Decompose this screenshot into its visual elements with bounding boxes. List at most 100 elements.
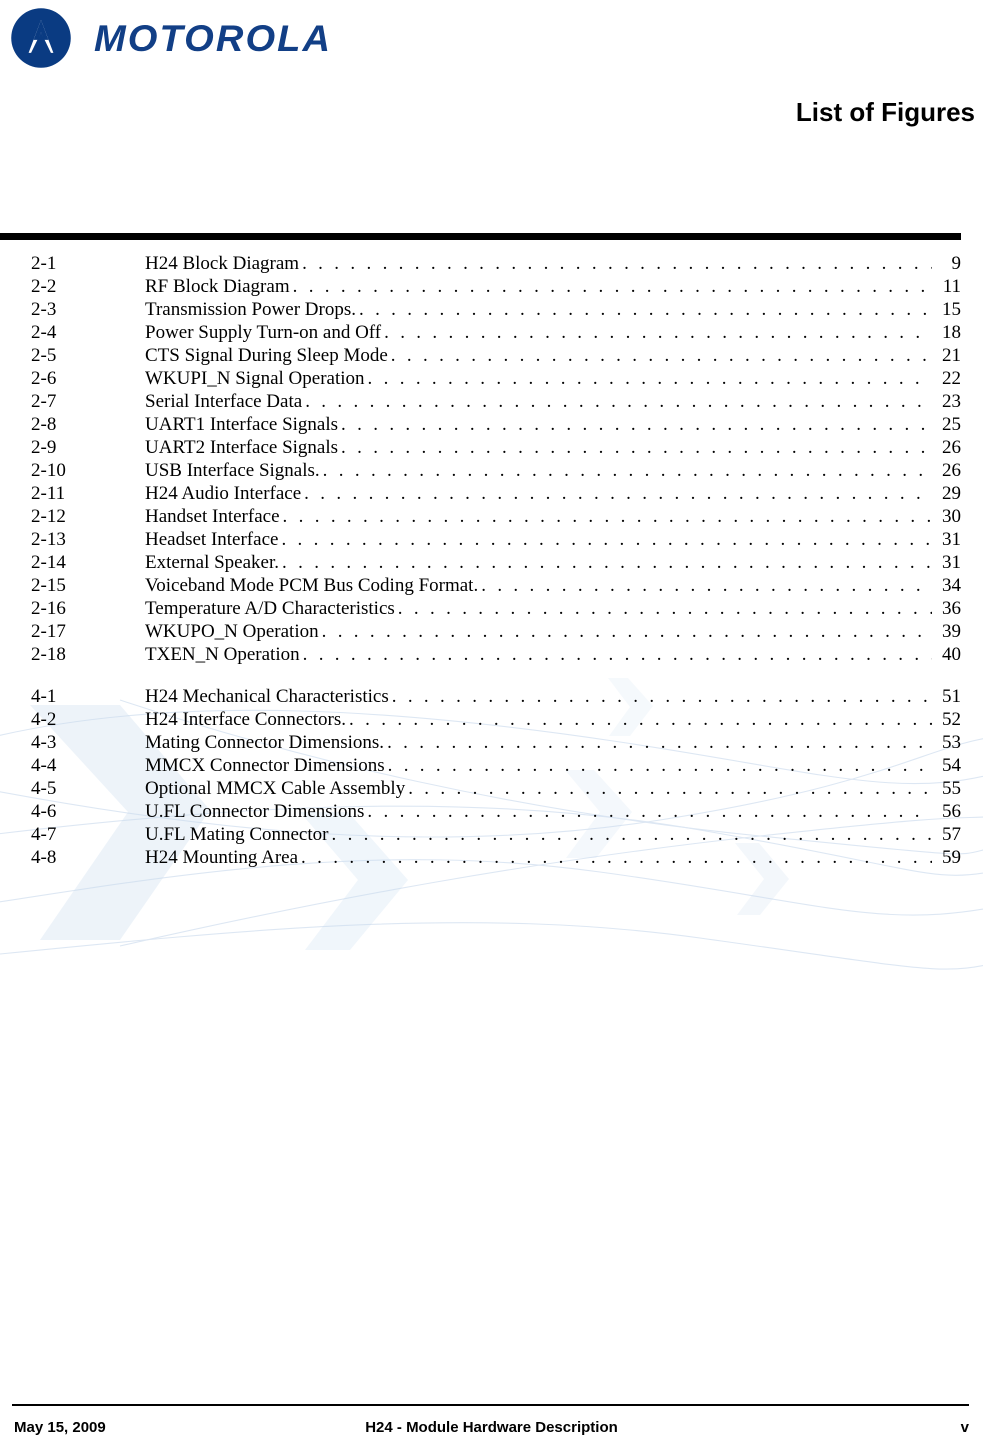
figure-page-number: 26 [942, 460, 961, 481]
leader-dots: . . . . . . . . . . . . . . . . . . . . … [358, 299, 932, 320]
figure-entry: Mating Connector Dimensions.. . . . . . … [145, 731, 961, 754]
list-of-figures: 2-1 H24 Block Diagram. . . . . . . . . . … [0, 252, 983, 869]
figure-title: WKUPI_N Signal Operation [145, 368, 365, 389]
figure-title: Temperature A/D Characteristics [145, 598, 395, 619]
figure-entry: H24 Mounting Area. . . . . . . . . . . .… [145, 846, 961, 869]
section-divider-rule [0, 233, 961, 240]
figure-title: U.FL Mating Connector [145, 824, 329, 845]
figure-list-row[interactable]: 2-3 Transmission Power Drops.. . . . . . … [0, 298, 983, 321]
figure-group-chapter-2: 2-1 H24 Block Diagram. . . . . . . . . . … [0, 252, 983, 666]
figure-title: WKUPO_N Operation [145, 621, 319, 642]
figure-number: 2-15 [31, 575, 66, 596]
figure-list-row[interactable]: 2-18 TXEN_N Operation. . . . . . . . . . … [0, 643, 983, 666]
leader-dots: . . . . . . . . . . . . . . . . . . . . … [391, 686, 932, 707]
figure-list-row[interactable]: 2-7 Serial Interface Data. . . . . . . . … [0, 390, 983, 413]
figure-number: 2-12 [31, 506, 66, 527]
figure-page-number: 55 [942, 778, 961, 799]
figure-page-number: 11 [942, 276, 961, 297]
figure-list-row[interactable]: 2-16 Temperature A/D Characteristics. . .… [0, 597, 983, 620]
figure-page-number: 39 [942, 621, 961, 642]
figure-entry: UART1 Interface Signals. . . . . . . . .… [145, 413, 961, 436]
figure-list-row[interactable]: 2-9 UART2 Interface Signals. . . . . . . … [0, 436, 983, 459]
figure-entry: CTS Signal During Sleep Mode. . . . . . … [145, 344, 961, 367]
figure-title: Power Supply Turn-on and Off [145, 322, 382, 343]
figure-entry: UART2 Interface Signals. . . . . . . . .… [145, 436, 961, 459]
leader-dots: . . . . . . . . . . . . . . . . . . . . … [390, 345, 932, 366]
figure-page-number: 54 [942, 755, 961, 776]
figure-list-row[interactable]: 2-11 H24 Audio Interface. . . . . . . . .… [0, 482, 983, 505]
figure-list-row[interactable]: 2-13 Headset Interface. . . . . . . . . .… [0, 528, 983, 551]
figure-entry: H24 Mechanical Characteristics. . . . . … [145, 685, 961, 708]
figure-list-row[interactable]: 4-8 H24 Mounting Area. . . . . . . . . . … [0, 846, 983, 869]
figure-list-row[interactable]: 2-5 CTS Signal During Sleep Mode. . . . .… [0, 344, 983, 367]
figure-list-row[interactable]: 4-2 H24 Interface Connectors.. . . . . . … [0, 708, 983, 731]
figure-page-number: 25 [942, 414, 961, 435]
figure-list-row[interactable]: 2-14 External Speaker.. . . . . . . . . .… [0, 551, 983, 574]
figure-list-row[interactable]: 2-2 RF Block Diagram. . . . . . . . . . .… [0, 275, 983, 298]
figure-number: 2-11 [31, 483, 66, 504]
leader-dots: . . . . . . . . . . . . . . . . . . . . … [408, 778, 932, 799]
figure-page-number: 26 [942, 437, 961, 458]
figure-entry: Power Supply Turn-on and Off. . . . . . … [145, 321, 961, 344]
figure-number: 4-5 [31, 778, 57, 799]
figure-number: 4-8 [31, 847, 57, 868]
figure-title: CTS Signal During Sleep Mode [145, 345, 388, 366]
figure-number: 2-14 [31, 552, 66, 573]
figure-number: 2-3 [31, 299, 57, 320]
figure-number: 2-1 [31, 253, 57, 274]
figure-number: 4-2 [31, 709, 57, 730]
page-footer: May 15, 2009 H24 - Module Hardware Descr… [0, 1419, 983, 1443]
figure-list-row[interactable]: 4-1 H24 Mechanical Characteristics. . . .… [0, 685, 983, 708]
figure-list-row[interactable]: 2-4 Power Supply Turn-on and Off. . . . .… [0, 321, 983, 344]
motorola-wordmark: MOTOROLA [94, 17, 333, 59]
leader-dots: . . . . . . . . . . . . . . . . . . . . … [282, 506, 932, 527]
figure-entry: H24 Block Diagram. . . . . . . . . . . .… [145, 252, 961, 275]
leader-dots: . . . . . . . . . . . . . . . . . . . . … [397, 598, 932, 619]
figure-page-number: 59 [942, 847, 961, 868]
figure-entry: Voiceband Mode PCM Bus Coding Format.. .… [145, 574, 961, 597]
figure-entry: External Speaker.. . . . . . . . . . . .… [145, 551, 961, 574]
figure-list-row[interactable]: 4-4 MMCX Connector Dimensions. . . . . . … [0, 754, 983, 777]
figure-number: 2-5 [31, 345, 57, 366]
figure-title: H24 Mounting Area [145, 847, 299, 868]
footer-page-number: v [960, 1419, 969, 1436]
leader-dots: . . . . . . . . . . . . . . . . . . . . … [302, 644, 932, 665]
figure-list-row[interactable]: 2-15 Voiceband Mode PCM Bus Coding Format… [0, 574, 983, 597]
figure-number: 4-7 [31, 824, 57, 845]
figure-title: RF Block Diagram [145, 276, 290, 297]
figure-list-row[interactable]: 2-1 H24 Block Diagram. . . . . . . . . . … [0, 252, 983, 275]
figure-group-chapter-4: 4-1 H24 Mechanical Characteristics. . . .… [0, 685, 983, 869]
figure-entry: Handset Interface. . . . . . . . . . . .… [145, 505, 961, 528]
figure-title: Optional MMCX Cable Assembly [145, 778, 406, 799]
figure-number: 4-3 [31, 732, 57, 753]
figure-page-number: 15 [942, 299, 961, 320]
figure-title: MMCX Connector Dimensions [145, 755, 385, 776]
figure-list-row[interactable]: 4-3 Mating Connector Dimensions.. . . . .… [0, 731, 983, 754]
figure-number: 4-1 [31, 686, 57, 707]
leader-dots: . . . . . . . . . . . . . . . . . . . . … [349, 709, 932, 730]
figure-title: H24 Block Diagram [145, 253, 300, 274]
figure-title: Voiceband Mode PCM Bus Coding Format. [145, 575, 479, 596]
figure-number: 2-16 [31, 598, 66, 619]
figure-list-row[interactable]: 4-7 U.FL Mating Connector. . . . . . . . … [0, 823, 983, 846]
figure-list-row[interactable]: 2-12 Handset Interface. . . . . . . . . .… [0, 505, 983, 528]
figure-list-row[interactable]: 2-10 USB Interface Signals.. . . . . . . … [0, 459, 983, 482]
figure-entry: Transmission Power Drops.. . . . . . . .… [145, 298, 961, 321]
figure-list-row[interactable]: 2-6 WKUPI_N Signal Operation. . . . . . .… [0, 367, 983, 390]
figure-title: H24 Mechanical Characteristics [145, 686, 389, 707]
figure-list-row[interactable]: 2-8 UART1 Interface Signals. . . . . . . … [0, 413, 983, 436]
leader-dots: . . . . . . . . . . . . . . . . . . . . … [481, 575, 932, 596]
figure-number: 2-7 [31, 391, 57, 412]
figure-number: 2-8 [31, 414, 57, 435]
figure-page-number: 51 [942, 686, 961, 707]
figure-entry: U.FL Connector Dimensions. . . . . . . .… [145, 800, 961, 823]
figure-list-row[interactable]: 2-17 WKUPO_N Operation. . . . . . . . . .… [0, 620, 983, 643]
figure-list-row[interactable]: 4-6 U.FL Connector Dimensions. . . . . . … [0, 800, 983, 823]
figure-page-number: 56 [942, 801, 961, 822]
leader-dots: . . . . . . . . . . . . . . . . . . . . … [387, 755, 932, 776]
figure-entry: USB Interface Signals.. . . . . . . . . … [145, 459, 961, 482]
figure-list-row[interactable]: 4-5 Optional MMCX Cable Assembly. . . . .… [0, 777, 983, 800]
motorola-logo: MOTOROLA [10, 6, 330, 70]
figure-entry: TXEN_N Operation. . . . . . . . . . . . … [145, 643, 961, 666]
figure-page-number: 21 [942, 345, 961, 366]
